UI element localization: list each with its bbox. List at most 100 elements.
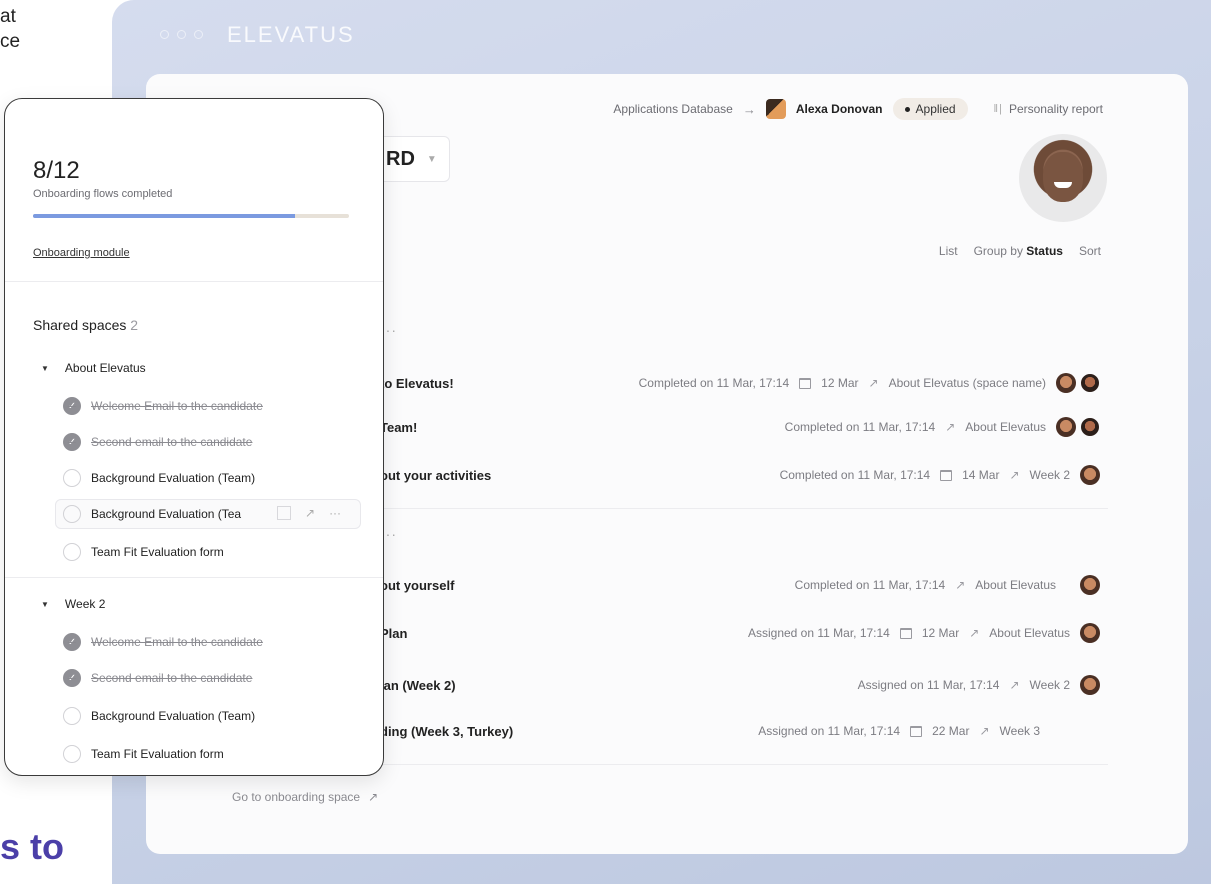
- task-label: Second email to the candidate: [91, 435, 253, 449]
- list-view-toggle[interactable]: List: [939, 244, 958, 258]
- task-label: Background Evaluation (Team): [91, 471, 256, 485]
- task-item[interactable]: Team Fit Evaluation form: [63, 745, 224, 763]
- task-label: Welcome Email to the candidate: [91, 635, 263, 649]
- task-item[interactable]: ✓ Second email to the candidate: [63, 433, 252, 451]
- task-space-link[interactable]: About Elevatus (space name): [889, 376, 1046, 390]
- progress-fill: [33, 214, 296, 218]
- window-controls: [160, 30, 203, 39]
- status-dot-icon: [904, 107, 910, 113]
- task-space-link[interactable]: About Elevatus: [975, 578, 1056, 592]
- folder-week-2[interactable]: ▼ Week 2: [41, 597, 105, 611]
- task-title: out yourself: [380, 577, 455, 593]
- task-meta: Completed on 11 Mar, 17:14 14 Mar ↗ Week…: [780, 465, 1100, 485]
- task-due-date: 14 Mar: [962, 468, 1000, 482]
- task-space-link[interactable]: About Elevatus: [965, 420, 1046, 434]
- assignee-avatar: [1080, 623, 1100, 643]
- task-item[interactable]: Background Evaluation (Tea: [63, 505, 241, 523]
- task-title: out your activities: [380, 467, 492, 483]
- task-item[interactable]: ✓ Welcome Email to the candidate: [63, 397, 263, 415]
- checkbox-icon[interactable]: [63, 707, 81, 725]
- task-item[interactable]: Team Fit Evaluation form: [63, 543, 224, 561]
- assignee-avatar: [1056, 373, 1076, 393]
- task-status-text: Assigned on 11 Mar, 17:14: [758, 724, 901, 738]
- task-meta: Completed on 11 Mar, 17:14 ↗ About Eleva…: [785, 417, 1100, 437]
- window-minimize-dot[interactable]: [177, 30, 186, 39]
- task-hover-tools: ↗ ···: [277, 506, 341, 520]
- panel-divider: [5, 281, 383, 282]
- arrow-up-right-icon: ↗: [368, 790, 379, 804]
- task-row[interactable]: to Elevatus! Completed on 11 Mar, 17:14 …: [380, 368, 1100, 398]
- task-label: Background Evaluation (Team): [91, 709, 256, 723]
- calendar-icon[interactable]: [277, 506, 291, 520]
- checkmark-icon[interactable]: ✓: [63, 633, 81, 651]
- candidate-avatar: [765, 99, 786, 119]
- background-text-line: ce: [0, 31, 21, 52]
- checkbox-icon[interactable]: [63, 505, 81, 523]
- caret-down-icon: ▼: [41, 363, 49, 373]
- onboarding-progress-bar: [33, 214, 349, 218]
- checkbox-icon[interactable]: [63, 543, 81, 561]
- space-selector-title: RD: [386, 147, 415, 170]
- calendar-icon: [910, 725, 923, 737]
- calendar-icon: [799, 377, 812, 389]
- task-row[interactable]: Plan Assigned on 11 Mar, 17:14 12 Mar ↗ …: [380, 618, 1100, 648]
- group-divider: [380, 764, 1108, 765]
- task-item[interactable]: ✓ Welcome Email to the candidate: [63, 633, 263, 651]
- task-status-text: Assigned on 11 Mar, 17:14: [857, 678, 1000, 692]
- arrow-up-right-icon: ↗: [868, 376, 879, 390]
- checkmark-icon[interactable]: ✓: [63, 433, 81, 451]
- shared-spaces-count: 2: [130, 317, 139, 333]
- folder-about-elevatus[interactable]: ▼ About Elevatus: [41, 361, 146, 375]
- checkmark-icon[interactable]: ✓: [63, 669, 81, 687]
- arrow-right-icon: →: [742, 101, 756, 117]
- task-row[interactable]: Team! Completed on 11 Mar, 17:14 ↗ About…: [380, 412, 1100, 442]
- breadcrumb-database-link[interactable]: Applications Database: [613, 102, 732, 116]
- task-item[interactable]: Background Evaluation (Team): [63, 707, 255, 725]
- window-close-dot[interactable]: [160, 30, 169, 39]
- task-row[interactable]: lan (Week 2) Assigned on 11 Mar, 17:14 ↗…: [380, 670, 1100, 700]
- task-space-link[interactable]: Week 2: [1030, 468, 1070, 482]
- folder-name: Week 2: [64, 597, 106, 611]
- checkbox-icon[interactable]: [63, 469, 81, 487]
- task-meta: Assigned on 11 Mar, 17:14 12 Mar ↗ About…: [748, 623, 1100, 643]
- task-title: ding (Week 3, Turkey): [380, 723, 514, 739]
- task-space-link[interactable]: Week 3: [1000, 724, 1040, 738]
- task-item[interactable]: ✓ Second email to the candidate: [63, 669, 252, 687]
- window-zoom-dot[interactable]: [194, 30, 203, 39]
- task-row[interactable]: out yourself Completed on 11 Mar, 17:14 …: [380, 570, 1100, 600]
- space-selector[interactable]: RD ▼: [380, 136, 450, 182]
- task-row[interactable]: ding (Week 3, Turkey) Assigned on 11 Mar…: [380, 716, 1040, 746]
- bar-chart-icon: ‖|: [993, 103, 1003, 115]
- personality-report-link[interactable]: ‖| Personality report: [994, 102, 1103, 116]
- go-to-onboarding-label: Go to onboarding space: [232, 790, 361, 804]
- onboarding-module-link[interactable]: Onboarding module: [33, 247, 130, 259]
- task-status-text: Completed on 11 Mar, 17:14: [779, 468, 931, 482]
- task-title: Team!: [380, 419, 418, 435]
- status-badge[interactable]: Applied: [892, 98, 968, 120]
- shared-spaces-title: Shared spaces 2: [33, 317, 138, 333]
- arrow-up-right-icon[interactable]: ↗: [305, 506, 315, 520]
- group-by-label: Group by: [973, 244, 1023, 258]
- task-status-text: Assigned on 11 Mar, 17:14: [747, 626, 890, 640]
- checkmark-icon[interactable]: ✓: [63, 397, 81, 415]
- arrow-up-right-icon: ↗: [945, 420, 956, 434]
- task-meta: Completed on 11 Mar, 17:14 12 Mar ↗ Abou…: [639, 373, 1100, 393]
- task-row[interactable]: out your activities Completed on 11 Mar,…: [380, 460, 1100, 490]
- task-item[interactable]: Background Evaluation (Team): [63, 469, 255, 487]
- task-meta: Completed on 11 Mar, 17:14 ↗ About Eleva…: [795, 575, 1100, 595]
- task-space-link[interactable]: Week 2: [1030, 678, 1070, 692]
- more-options-icon[interactable]: ···: [329, 506, 341, 520]
- task-label: Welcome Email to the candidate: [91, 399, 263, 413]
- sort-control[interactable]: Sort: [1079, 244, 1101, 258]
- arrow-up-right-icon: ↗: [955, 578, 966, 592]
- task-due-date: 12 Mar: [821, 376, 859, 390]
- task-title: lan (Week 2): [380, 677, 456, 693]
- app-logo: ELEVATUS: [227, 22, 355, 47]
- task-space-link[interactable]: About Elevatus: [989, 626, 1070, 640]
- assignee-avatar: [1080, 465, 1100, 485]
- candidate-name[interactable]: Alexa Donovan: [796, 102, 883, 116]
- group-by-control[interactable]: Group by Status: [974, 244, 1063, 258]
- task-label: Background Evaluation (Tea: [91, 507, 242, 521]
- checkbox-icon[interactable]: [63, 745, 81, 763]
- go-to-onboarding-link[interactable]: Go to onboarding space ↗: [232, 790, 378, 804]
